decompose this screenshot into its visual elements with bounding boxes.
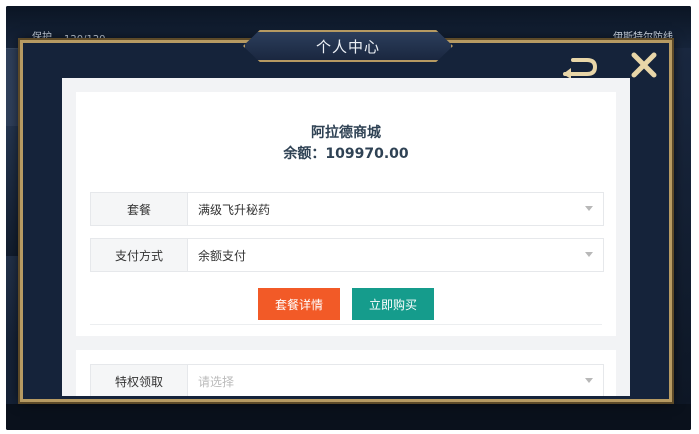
back-button[interactable]	[558, 54, 600, 80]
section-gap	[76, 336, 616, 350]
privilege-placeholder: 请选择	[198, 374, 235, 389]
payment-row: 支付方式 余额支付	[90, 238, 604, 272]
package-label: 套餐	[91, 193, 188, 225]
shop-panel: 阿拉德商城 余额：109970.00 套餐 满级飞升秘药 支付方式 余额支付 套…	[62, 78, 630, 396]
package-select[interactable]: 满级飞升秘药	[188, 193, 603, 225]
close-button[interactable]	[627, 48, 661, 82]
package-details-button[interactable]: 套餐详情	[258, 288, 340, 320]
close-icon	[631, 52, 657, 78]
balance-text: 余额：109970.00	[283, 146, 409, 162]
chevron-down-icon	[585, 378, 593, 383]
privilege-label: 特权领取	[91, 365, 188, 396]
return-arrow-icon	[563, 58, 598, 79]
bottom-bar	[6, 404, 691, 430]
payment-label: 支付方式	[91, 239, 188, 271]
buy-now-button[interactable]: 立即购买	[352, 288, 434, 320]
divider	[90, 324, 602, 325]
dialog-title: 个人中心	[315, 37, 380, 56]
shop-card: 阿拉德商城 余额：109970.00 套餐 满级飞升秘药 支付方式 余额支付 套…	[76, 92, 616, 396]
chevron-down-icon	[585, 206, 593, 211]
package-value: 满级飞升秘药	[198, 202, 271, 217]
payment-value: 余额支付	[198, 248, 247, 263]
privilege-row: 特权领取 请选择	[90, 364, 604, 396]
chevron-down-icon	[585, 252, 593, 257]
dialog-title-tab: 个人中心	[243, 30, 453, 62]
shop-name: 阿拉德商城	[311, 125, 381, 141]
privilege-select[interactable]: 请选择	[188, 365, 603, 396]
package-row: 套餐 满级飞升秘药	[90, 192, 604, 226]
payment-select[interactable]: 余额支付	[188, 239, 603, 271]
